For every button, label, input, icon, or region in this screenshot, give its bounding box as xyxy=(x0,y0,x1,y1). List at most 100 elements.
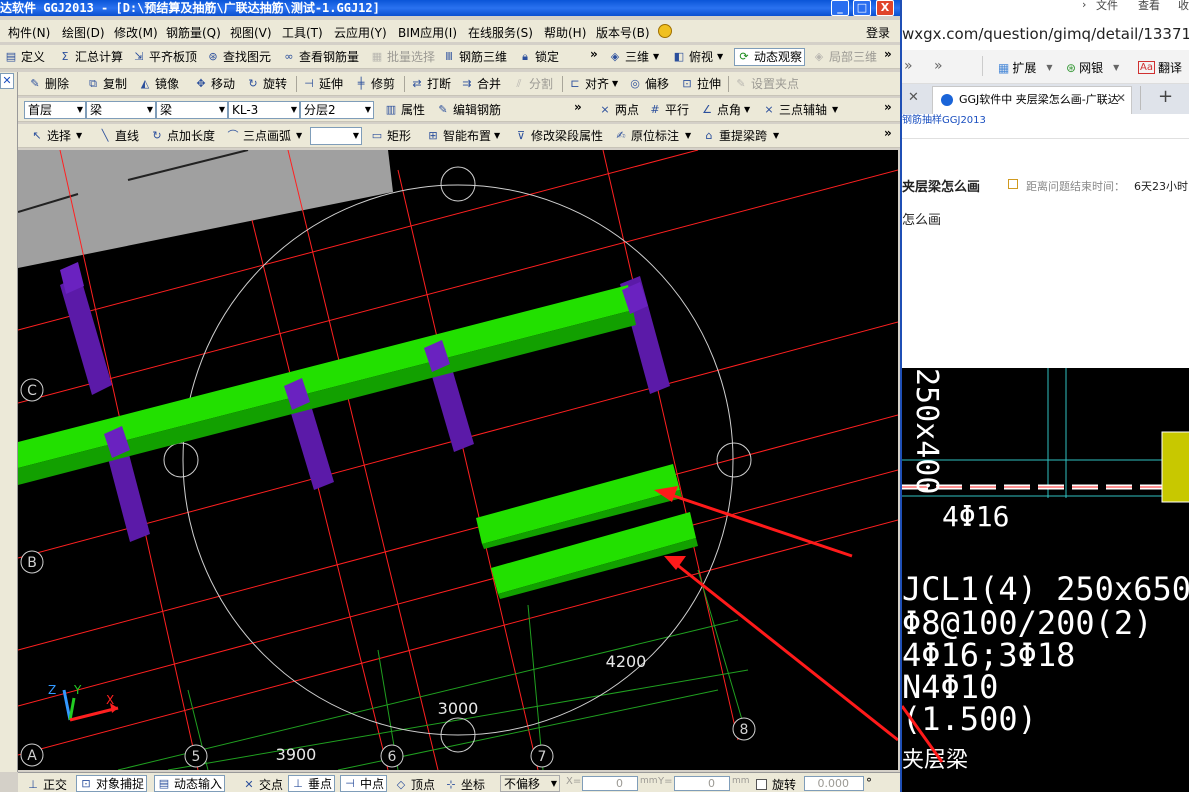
modify-beam-segment-button[interactable]: ⊽ 修改梁段属性 xyxy=(514,128,603,144)
orbit-handle-right[interactable] xyxy=(716,442,752,478)
select-dropdown[interactable]: ↖ 选择 ▼ xyxy=(30,128,82,144)
menu-bim[interactable]: BIM应用(I) xyxy=(398,24,457,41)
dynamic-input-toggle[interactable]: ▤ 动态输入 xyxy=(154,775,226,792)
summary-calc-button[interactable]: Σ 汇总计算 xyxy=(58,49,124,65)
y-coordinate-input[interactable]: 0 xyxy=(674,776,730,791)
local-3d-button[interactable]: ◈ 局部三维 xyxy=(812,49,877,65)
element-name-select[interactable]: KL-3 ▼ xyxy=(228,101,300,119)
perpendicular-snap[interactable]: ⊥ 垂点 xyxy=(288,775,336,792)
merge-button[interactable]: ⇉ 合并 xyxy=(460,76,501,92)
browser-menu-file[interactable]: 文件 xyxy=(1096,0,1118,13)
define-button[interactable]: ▤ 定义 xyxy=(4,49,45,65)
view-3d-dropdown[interactable]: ◈ 三维 ▼ xyxy=(608,49,659,65)
browser-menu-favorites[interactable]: 收 xyxy=(1178,0,1189,13)
maximize-button[interactable]: □ xyxy=(853,0,871,16)
extend-button[interactable]: ⊣ 延伸 xyxy=(302,76,343,92)
break-button[interactable]: ⇄ 打断 xyxy=(410,76,451,92)
three-point-axis-dropdown[interactable]: ⨯ 三点辅轴 ▼ xyxy=(762,102,838,118)
minimize-button[interactable]: _ xyxy=(831,0,849,16)
split-button[interactable]: ⫽ 分割 xyxy=(512,76,553,92)
arc-option-select[interactable]: ▼ xyxy=(310,127,362,145)
edit-rebar-button[interactable]: ✎ 编辑钢筋 xyxy=(436,102,501,118)
orbit-circle[interactable] xyxy=(182,184,734,736)
face-icon[interactable] xyxy=(658,24,672,38)
floor-select[interactable]: 首层 ▼ xyxy=(24,101,86,119)
layer-select[interactable]: 分层2 ▼ xyxy=(300,101,374,119)
view-rebar-qty-button[interactable]: ∞ 查看钢筋量 xyxy=(282,49,359,65)
translate-button[interactable]: Aa 翻译 xyxy=(1138,59,1182,76)
top-view-dropdown[interactable]: ◧ 俯视 ▼ xyxy=(672,49,723,65)
netbank-button[interactable]: ⊛ 网银 ▼ xyxy=(1066,59,1119,76)
extensions-button[interactable]: ▦ 扩展 ▼ xyxy=(998,59,1053,76)
browser-menu-view[interactable]: 查看 xyxy=(1138,0,1160,13)
stretch-button[interactable]: ⊡ 拉伸 xyxy=(680,76,721,92)
point-angle-dropdown[interactable]: ∠ 点角 ▼ xyxy=(700,102,750,118)
menu-draw[interactable]: 绘图(D) xyxy=(62,24,105,41)
menu-modify[interactable]: 修改(M) xyxy=(114,24,158,41)
tab-close-icon[interactable]: ✕ xyxy=(1116,91,1126,105)
orbit-handle-top[interactable] xyxy=(440,166,476,202)
menu-rebar-qty[interactable]: 钢筋量(Q) xyxy=(166,24,221,41)
panel-close-icon[interactable]: ✕ xyxy=(0,73,14,89)
find-element-button[interactable]: ⊛ 查找图元 xyxy=(206,49,271,65)
line-button[interactable]: ╲ 直线 xyxy=(98,128,139,144)
drawing-svg[interactable]: C B A 5 6 7 8 4200 3000 3900 Z Y X xyxy=(18,150,898,770)
menu-cloud[interactable]: 云应用(Y) xyxy=(334,24,387,41)
dynamic-observe-button[interactable]: ⟳ 动态观察 xyxy=(734,48,806,66)
delete-button[interactable]: ✎ 删除 xyxy=(28,76,69,92)
rotate-button[interactable]: ↻ 旋转 xyxy=(246,76,287,92)
lock-button[interactable]: 🔒︎ 锁定 xyxy=(518,49,559,65)
menu-tools[interactable]: 工具(T) xyxy=(282,24,323,41)
midpoint-snap[interactable]: ⊣ 中点 xyxy=(340,775,388,792)
category-select[interactable]: 梁 ▼ xyxy=(86,101,156,119)
slab-3d[interactable] xyxy=(18,150,393,268)
align-dropdown[interactable]: ⊏ 对齐 ▼ xyxy=(568,76,618,92)
address-bar[interactable]: wxgx.com/question/gimq/detail/1337137.ht… xyxy=(902,18,1189,50)
browser-tab-active[interactable]: GGJ软件中 夹层梁怎么画-广联达 xyxy=(932,86,1132,114)
point-length-button[interactable]: ↻ 点加长度 xyxy=(150,128,215,144)
browser-chevron-icon[interactable]: › xyxy=(1082,0,1086,11)
drawing-canvas[interactable]: C B A 5 6 7 8 4200 3000 3900 Z Y X xyxy=(18,150,898,770)
coordinate-snap[interactable]: ⊹ 坐标 xyxy=(444,776,485,792)
breadcrumb-link[interactable]: 钢筋抽样GGJ2013 xyxy=(902,111,986,126)
smart-layout-dropdown[interactable]: ⊞ 智能布置 ▼ xyxy=(426,128,500,144)
vertex-snap[interactable]: ◇ 顶点 xyxy=(394,776,435,792)
rotate-angle-input[interactable]: 0.000 xyxy=(804,776,864,791)
menu-version[interactable]: 版本号(B) xyxy=(596,24,650,41)
rectangle-button[interactable]: ▭ 矩形 xyxy=(370,128,411,144)
expand-chevron-icon[interactable]: » xyxy=(904,58,913,74)
element-type-select[interactable]: 梁 ▼ xyxy=(156,101,228,119)
re-extract-span-dropdown[interactable]: ⌂ 重提梁跨 ▼ xyxy=(702,128,780,144)
toolbar3-more-2[interactable]: » xyxy=(884,100,892,114)
toolbar1-more-2[interactable]: » xyxy=(884,47,892,61)
login-link[interactable]: 登录 xyxy=(866,24,890,41)
set-grip-button[interactable]: ✎ 设置夹点 xyxy=(734,76,799,92)
toolbar1-more[interactable]: » xyxy=(590,47,598,61)
object-snap-toggle[interactable]: ⊡ 对象捕捉 xyxy=(76,775,148,792)
in-situ-mark-dropdown[interactable]: ✍ 原位标注 ▼ xyxy=(614,128,691,144)
flush-slab-top-button[interactable]: ⇲ 平齐板顶 xyxy=(132,49,197,65)
parallel-axis-button[interactable]: # 平行 xyxy=(648,102,689,118)
offset-select[interactable]: 不偏移 ▼ xyxy=(500,775,560,792)
three-point-arc-dropdown[interactable]: ⌒ 三点画弧 ▼ xyxy=(226,128,303,144)
offset-button[interactable]: ◎ 偏移 xyxy=(628,76,669,92)
toolbar4-more[interactable]: » xyxy=(884,126,892,140)
copy-button[interactable]: ⧉ 复制 xyxy=(86,76,127,92)
move-button[interactable]: ✥ 移动 xyxy=(194,76,235,92)
menu-help[interactable]: 帮助(H) xyxy=(544,24,586,41)
menu-online[interactable]: 在线服务(S) xyxy=(468,24,533,41)
ortho-toggle[interactable]: ⊥ 正交 xyxy=(26,776,67,792)
url-text[interactable]: wxgx.com/question/gimq/detail/1337137.ht… xyxy=(902,25,1189,43)
menu-component[interactable]: 构件(N) xyxy=(8,24,50,41)
two-point-axis-button[interactable]: ⨯ 两点 xyxy=(598,102,639,118)
trim-button[interactable]: ╪ 修剪 xyxy=(354,76,395,92)
rebar-3d-button[interactable]: Ⅲ 钢筋三维 xyxy=(442,49,507,65)
more-chevron-icon[interactable]: » xyxy=(934,58,943,74)
rotate-checkbox[interactable] xyxy=(756,779,767,790)
mirror-button[interactable]: ◭ 镜像 xyxy=(138,76,179,92)
toolbar3-more[interactable]: » xyxy=(574,100,582,114)
new-tab-button[interactable]: + xyxy=(1158,86,1173,107)
x-coordinate-input[interactable]: 0 xyxy=(582,776,638,791)
properties-button[interactable]: ▥ 属性 xyxy=(384,102,425,118)
orbit-handle-left[interactable] xyxy=(163,442,199,478)
